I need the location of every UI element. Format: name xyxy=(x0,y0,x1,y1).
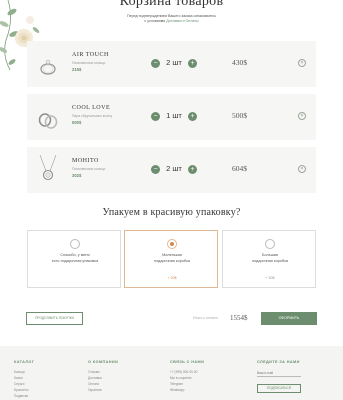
continue-shopping-button[interactable]: ПРОДОЛЖИТЬ ПОКУПКИ xyxy=(26,312,83,325)
footer-contacts: СВЯЗЬ С НАМИ +7 (999) 000-00-00 Мы в соц… xyxy=(170,360,204,393)
subscribe-button[interactable]: ПОДПИСАТЬСЯ xyxy=(257,384,301,393)
order-notice: Перед подтверждением Вашего заказа ознак… xyxy=(0,14,343,25)
packaging-option-own[interactable]: Спасибо, у меня есть подарочная упаковка xyxy=(27,230,121,288)
radio-button[interactable] xyxy=(70,239,80,249)
footer-heading: СВЯЗЬ С НАМИ xyxy=(170,360,205,364)
item-name: COOL LOVE xyxy=(72,105,111,111)
remove-item-button[interactable]: × xyxy=(298,59,306,67)
delivery-payment-link[interactable]: Доставки и Оплаты xyxy=(166,19,198,23)
footer-catalog: КАТАЛОГ Кольца Колье Серьги Браслеты Под… xyxy=(14,360,34,399)
ring-thumbnail xyxy=(40,59,56,75)
site-footer: КАТАЛОГ Кольца Колье Серьги Браслеты Под… xyxy=(0,346,343,400)
increase-qty-button[interactable]: + xyxy=(188,59,197,68)
footer-link[interactable]: Whatsapp xyxy=(170,387,204,393)
necklace-thumbnail xyxy=(39,154,57,181)
increase-qty-button[interactable]: + xyxy=(188,165,197,174)
item-subtitle: Пара обручальных колец xyxy=(72,114,112,118)
option-label: Маленькая подарочная коробка xyxy=(129,253,215,264)
option-label: Спасибо, у меня есть подарочная упаковка xyxy=(32,253,118,264)
page-title: Корзина товаров xyxy=(119,0,224,9)
footer-heading: КАТАЛОГ xyxy=(14,360,35,364)
cart-item: AIR TOUCH Помолвочное кольцо 215$ − 2 шт… xyxy=(27,41,316,87)
footer-subscribe: СЛЕДИТЕ ЗА НАМИ ПОДПИСАТЬСЯ xyxy=(257,360,301,393)
increase-qty-button[interactable]: + xyxy=(188,112,197,121)
item-price: 500$ xyxy=(72,120,82,125)
footer-about: О КОМПАНИИ Отзывы Доставка Оплата Гарант… xyxy=(88,360,118,393)
packaging-option-large-box[interactable]: Большая подарочная коробка + 30$ xyxy=(222,230,316,288)
item-total: 430$ xyxy=(232,58,247,67)
remove-item-button[interactable]: × xyxy=(298,165,306,173)
item-subtitle: Помолвочное кольцо xyxy=(72,167,106,171)
email-input[interactable] xyxy=(257,369,301,377)
item-subtitle: Помолвочное кольцо xyxy=(72,61,106,65)
option-line: есть подарочная упаковка xyxy=(51,258,99,263)
footer-heading: СЛЕДИТЕ ЗА НАМИ xyxy=(257,360,300,364)
item-price: 302$ xyxy=(72,173,82,178)
total-label: Итого к оплате: xyxy=(193,316,219,320)
item-name: AIR TOUCH xyxy=(72,52,109,58)
option-line: подарочная коробка xyxy=(252,258,288,263)
item-total: 604$ xyxy=(232,164,247,173)
notice-prefix: с условиями xyxy=(144,19,166,24)
option-price: + 30$ xyxy=(265,276,275,280)
footer-link[interactable]: Подвески xyxy=(14,393,34,399)
item-quantity: 2 шт xyxy=(166,164,182,173)
footer-heading: О КОМПАНИИ xyxy=(88,360,119,364)
item-quantity: 2 шт xyxy=(166,58,182,67)
option-price: + 20$ xyxy=(167,276,177,280)
cart-item: COOL LOVE Пара обручальных колец 500$ − … xyxy=(27,94,316,140)
remove-item-button[interactable]: × xyxy=(298,112,306,120)
packaging-title: Упакуем в красивую упаковку? xyxy=(102,207,241,218)
radio-button-selected[interactable] xyxy=(167,239,177,249)
item-quantity: 1 шт xyxy=(166,111,182,120)
option-label: Большая подарочная коробка xyxy=(227,253,313,264)
option-line: подарочная коробка xyxy=(154,258,190,263)
footer-link[interactable]: Гарантии xyxy=(88,387,118,393)
notice-line-2: с условиями Доставки и Оплаты xyxy=(0,19,343,24)
item-name: MOHITO xyxy=(72,158,99,164)
item-price: 215$ xyxy=(72,67,82,72)
rings-pair-thumbnail xyxy=(38,113,58,129)
checkout-button[interactable]: ОФОРМИТЬ xyxy=(261,312,317,325)
total-value: 1554$ xyxy=(230,314,248,322)
item-total: 500$ xyxy=(232,111,247,120)
cart-item: MOHITO Помолвочное кольцо 302$ − 2 шт + … xyxy=(27,147,316,193)
radio-button[interactable] xyxy=(265,239,275,249)
packaging-option-small-box[interactable]: Маленькая подарочная коробка + 20$ xyxy=(124,230,218,288)
